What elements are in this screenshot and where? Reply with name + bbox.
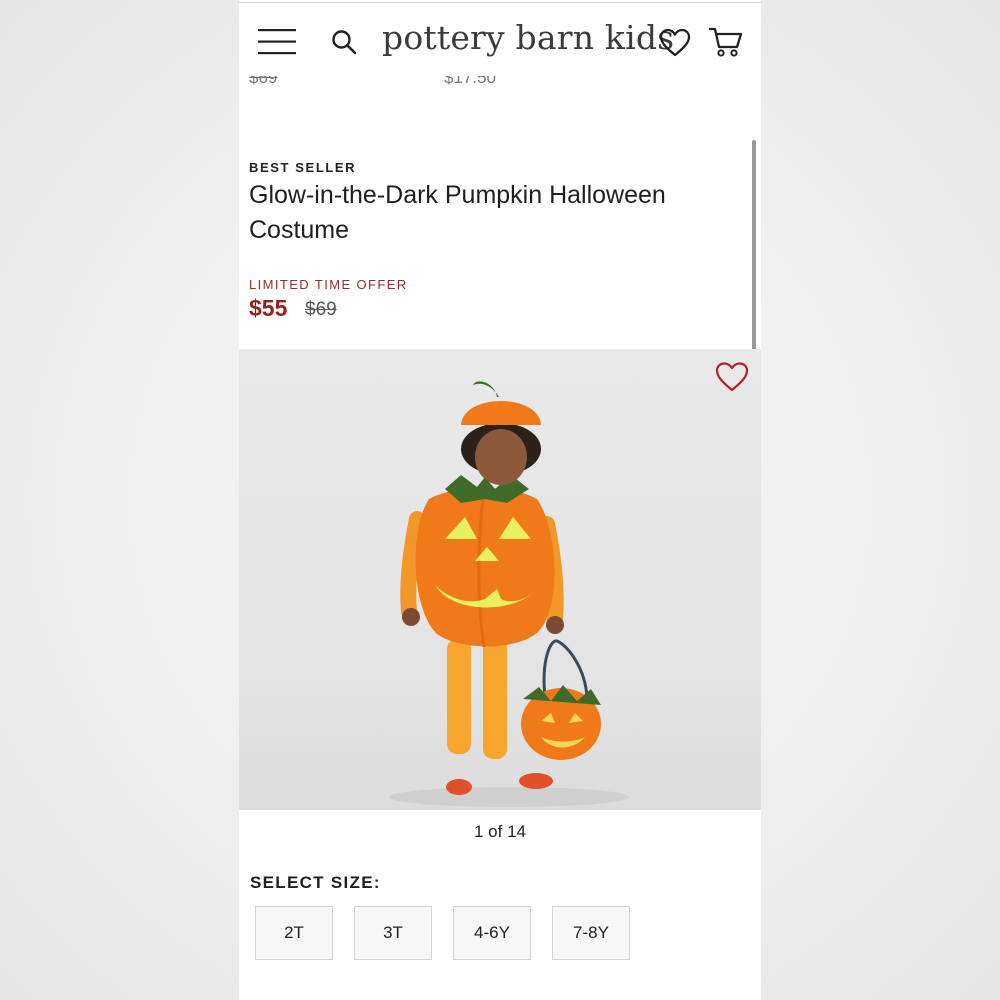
previous-row-prices: $69 $17.50 (239, 76, 761, 94)
best-seller-badge: BEST SELLER (249, 160, 357, 175)
pumpkin-costume-photo (389, 381, 629, 807)
size-option-4-6y[interactable]: 4-6Y (453, 906, 531, 960)
limited-offer-label: LIMITED TIME OFFER (249, 277, 408, 292)
previous-price-right: $17.50 (444, 76, 496, 87)
sale-price: $55 (249, 295, 288, 321)
cart-icon[interactable] (708, 25, 744, 59)
site-logo[interactable]: pottery barn kids (382, 18, 674, 57)
site-header: pottery barn kids (239, 0, 761, 84)
previous-price-left: $69 (249, 76, 278, 87)
menu-icon[interactable] (258, 28, 298, 56)
size-option-2t[interactable]: 2T (255, 906, 333, 960)
heart-icon[interactable] (659, 28, 691, 58)
original-price: $69 (305, 299, 337, 320)
product-title[interactable]: Glow-in-the-Dark Pumpkin Halloween Costu… (249, 178, 749, 248)
select-size-label: SELECT SIZE: (250, 873, 381, 892)
add-to-wishlist-icon[interactable] (715, 361, 749, 393)
size-option-7-8y[interactable]: 7-8Y (552, 906, 630, 960)
image-counter: 1 of 14 (474, 822, 526, 841)
product-image[interactable] (239, 349, 761, 810)
size-option-3t[interactable]: 3T (354, 906, 432, 960)
header-divider (239, 2, 761, 3)
search-icon[interactable] (331, 29, 357, 55)
mobile-page: pottery barn kids $69 $17.50 BEST SELLER… (239, 0, 761, 1000)
